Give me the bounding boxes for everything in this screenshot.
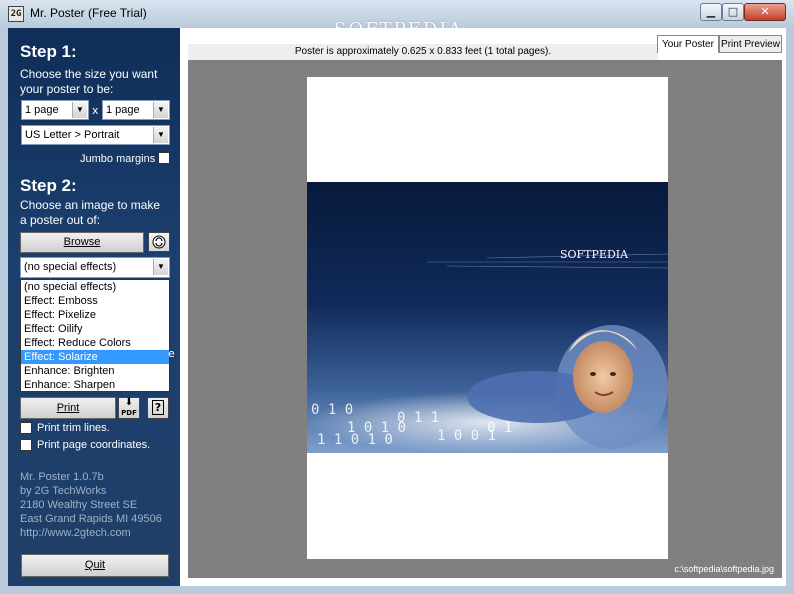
- effects-option[interactable]: Effect: Reduce Colors: [21, 336, 169, 350]
- svg-text:1 1 0 1 0: 1 1 0 1 0: [317, 432, 393, 448]
- about-company: by 2G TechWorks: [20, 485, 107, 497]
- chevron-down-icon: ▼: [153, 259, 168, 275]
- poster-height-select[interactable]: 1 page ▼: [102, 100, 170, 120]
- step2-title: Step 2:: [20, 176, 77, 195]
- title-bar: 2G Mr. Poster (Free Trial) SOFTPEDIA ▁ □…: [0, 0, 794, 40]
- poster-height-value: 1 page: [106, 104, 140, 116]
- effects-value: (no special effects): [24, 261, 117, 273]
- window-title: Mr. Poster (Free Trial): [30, 6, 147, 20]
- effects-option[interactable]: Effect: Pixelize: [21, 308, 169, 322]
- preview-area: Poster is approximately 0.625 x 0.833 fe…: [180, 28, 786, 586]
- poster-page: 0 1 0 1 0 1 0 0 1 1 1 0 0 1 1 1 0 1 0 0 …: [307, 77, 668, 559]
- tab-your-poster[interactable]: Your Poster: [657, 35, 719, 53]
- trim-lines-checkbox[interactable]: [20, 422, 32, 435]
- preview-canvas: 0 1 0 1 0 1 0 0 1 1 1 0 0 1 1 1 0 1 0 0 …: [188, 60, 782, 578]
- pdf-icon: PDF: [121, 409, 137, 417]
- close-button[interactable]: ✕: [744, 3, 786, 21]
- jumbo-margins-label: Jumbo margins: [80, 153, 156, 165]
- help-button[interactable]: ?: [147, 397, 169, 419]
- trim-lines-label: Print trim lines.: [37, 422, 110, 434]
- print-label: Print: [56, 402, 80, 414]
- window-frame-bottom: [0, 586, 794, 594]
- quit-label: Quit: [84, 559, 106, 571]
- about-website[interactable]: http://www.2gtech.com: [20, 526, 162, 540]
- hidden-label-fragment: e: [168, 347, 175, 360]
- poster-width-select[interactable]: 1 page ▼: [21, 100, 89, 120]
- paper-size-select[interactable]: US Letter > Portrait ▼: [21, 125, 170, 145]
- jumbo-margins-checkbox[interactable]: [158, 152, 170, 164]
- page-coordinates-checkbox[interactable]: [20, 439, 32, 452]
- svg-text:0 1: 0 1: [487, 420, 512, 436]
- effects-option[interactable]: (no special effects): [21, 280, 169, 294]
- effects-option-selected[interactable]: Effect: Solarize: [21, 350, 169, 364]
- refresh-icon: [152, 235, 166, 249]
- poster-image: 0 1 0 1 0 1 0 0 1 1 1 0 0 1 1 1 0 1 0 0 …: [307, 182, 668, 453]
- image-file-path: c:\softpedia\softpedia.jpg: [674, 564, 774, 574]
- poster-watermark-text: SOFTPEDIA: [560, 248, 629, 261]
- step1-description: Choose the size you want your poster to …: [20, 67, 158, 96]
- poster-size-info: Poster is approximately 0.625 x 0.833 fe…: [188, 44, 658, 60]
- effects-option[interactable]: Enhance: Brighten: [21, 364, 169, 378]
- times-label: x: [92, 104, 99, 117]
- chevron-down-icon: ▼: [153, 127, 168, 143]
- download-arrow-icon: ⬇: [124, 397, 134, 408]
- about-city: East Grand Rapids MI 49506: [20, 513, 162, 525]
- poster-artwork: 0 1 0 1 0 1 0 0 1 1 1 0 0 1 1 1 0 1 0 0 …: [307, 248, 668, 453]
- effects-option[interactable]: Enhance: Sharpen: [21, 378, 169, 392]
- quit-button[interactable]: Quit: [21, 554, 169, 577]
- effects-dropdown-list: (no special effects) Effect: Emboss Effe…: [20, 279, 170, 392]
- window-frame-left: [0, 28, 8, 594]
- chevron-down-icon: ▼: [72, 102, 87, 118]
- app-icon: 2G: [8, 6, 24, 22]
- browse-label: Browse: [63, 236, 101, 248]
- effects-select[interactable]: (no special effects) ▼: [20, 257, 170, 278]
- about-street: 2180 Wealthy Street SE: [20, 499, 138, 511]
- poster-width-value: 1 page: [25, 104, 59, 116]
- svg-text:0 1 0: 0 1 0: [311, 402, 353, 418]
- svg-text:0 1 1: 0 1 1: [397, 410, 439, 426]
- maximize-button[interactable]: □: [722, 3, 744, 21]
- tab-print-preview[interactable]: Print Preview: [719, 35, 782, 53]
- about-info: Mr. Poster 1.0.7b by 2G TechWorks 2180 W…: [20, 470, 162, 540]
- effects-option[interactable]: Effect: Oilify: [21, 322, 169, 336]
- trim-lines-option[interactable]: Print trim lines.: [20, 422, 110, 435]
- page-coordinates-label: Print page coordinates.: [37, 439, 151, 451]
- step2-description: Choose an image to make a poster out of:: [20, 198, 161, 227]
- help-icon: ?: [151, 400, 165, 415]
- print-button[interactable]: Print: [20, 397, 116, 419]
- window-frame-right: [786, 28, 794, 594]
- export-pdf-button[interactable]: ⬇ PDF: [118, 397, 140, 419]
- browse-button[interactable]: Browse: [20, 232, 144, 253]
- refresh-button[interactable]: [148, 232, 170, 252]
- effects-option[interactable]: Effect: Emboss: [21, 294, 169, 308]
- page-coordinates-option[interactable]: Print page coordinates.: [20, 439, 151, 452]
- minimize-button[interactable]: ▁: [700, 3, 722, 21]
- paper-size-value: US Letter > Portrait: [25, 129, 120, 141]
- step1-title: Step 1:: [20, 42, 77, 61]
- about-version: Mr. Poster 1.0.7b: [20, 471, 104, 483]
- control-panel: Step 1: Choose the size you want your po…: [8, 28, 180, 586]
- chevron-down-icon: ▼: [153, 102, 168, 118]
